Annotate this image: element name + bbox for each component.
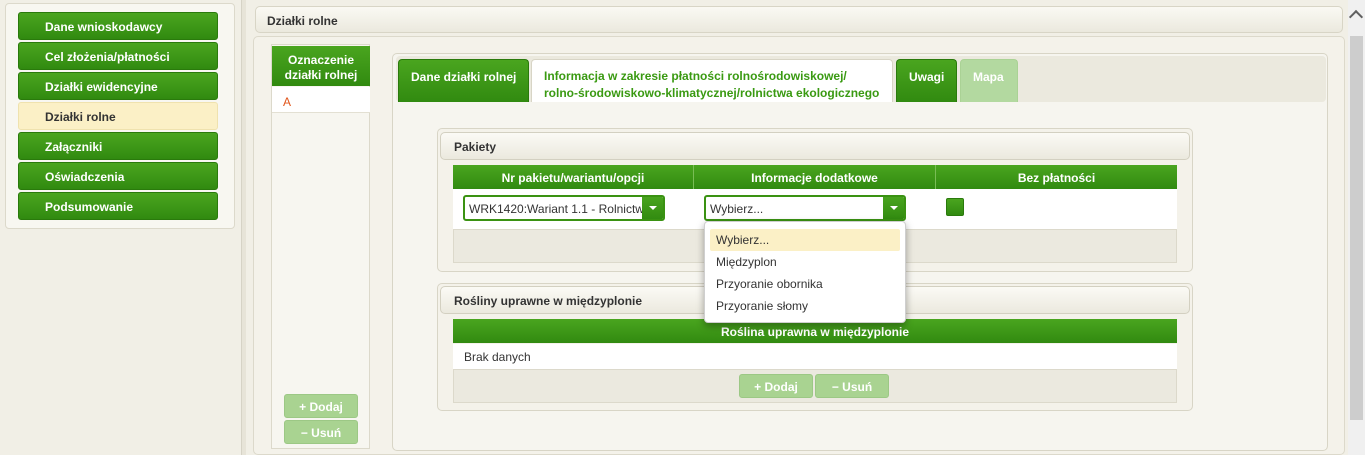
tab-informacja-line1: Informacja w zakresie płatności rolnośro… — [544, 69, 847, 83]
tab-uwagi[interactable]: Uwagi — [896, 59, 957, 102]
tab-informacja-line2: rolno-środowiskowo-klimatycznej/rolnictw… — [544, 86, 880, 100]
column-header-additional-info: Informacje dodatkowe — [694, 165, 936, 189]
nav-dzialki-ewidencyjne[interactable]: Działki ewidencyjne — [18, 72, 218, 100]
tab-mapa[interactable]: Mapa — [960, 59, 1018, 102]
page-title: Działki rolne — [255, 6, 1343, 33]
tab-dane-dzialki[interactable]: Dane działki rolnej — [398, 59, 529, 102]
remove-catch-crop-button[interactable]: − Usuń — [815, 374, 889, 398]
add-catch-crop-button[interactable]: + Dodaj — [739, 374, 813, 398]
dropdown-option-wybierz[interactable]: Wybierz... — [710, 229, 900, 251]
column-header-no-payment: Bez płatności — [936, 165, 1177, 189]
packages-title: Pakiety — [440, 132, 1190, 160]
nav-podsumowanie[interactable]: Podsumowanie — [18, 192, 218, 220]
column-header-package: Nr pakietu/wariantu/opcji — [453, 165, 694, 189]
nav-dane-wnioskodawcy[interactable]: Dane wnioskodawcy — [18, 12, 218, 40]
nav-cel-zlozenia[interactable]: Cel złożenia/płatności — [18, 42, 218, 70]
plot-list-header-line2: działki rolnej — [284, 68, 358, 82]
chevron-down-icon[interactable] — [883, 197, 904, 219]
dropdown-option-miedzyplon[interactable]: Międzyplon — [710, 251, 900, 273]
catch-crops-empty-row: Brak danych — [453, 344, 1177, 369]
plot-list-header: Oznaczenie działki rolnej — [272, 46, 370, 86]
plot-list-header-line1: Oznaczenie — [287, 53, 355, 67]
add-plot-button[interactable]: + Dodaj — [284, 394, 358, 418]
additional-info-dropdown: Wybierz... Międzyplon Przyoranie obornik… — [704, 221, 906, 323]
nav-zalaczniki[interactable]: Załączniki — [18, 132, 218, 160]
dropdown-option-przyoranie-slomy[interactable]: Przyoranie słomy — [710, 295, 900, 317]
scroll-up-arrow-icon[interactable] — [1348, 8, 1365, 25]
scrollbar-thumb[interactable] — [1350, 36, 1363, 420]
nav-dzialki-rolne[interactable]: Działki rolne — [18, 102, 218, 130]
dropdown-option-przyoranie-obornika[interactable]: Przyoranie obornika — [710, 273, 900, 295]
panel-divider[interactable] — [241, 0, 246, 455]
plot-list-row[interactable]: A — [272, 87, 370, 113]
chevron-down-icon[interactable] — [642, 197, 663, 219]
no-payment-checkbox[interactable] — [946, 198, 964, 216]
package-select-value: WRK1420:Wariant 1.1 - Rolnictwo — [469, 202, 651, 216]
remove-plot-button[interactable]: − Usuń — [284, 420, 358, 444]
additional-info-select-value: Wybierz... — [710, 202, 764, 216]
nav-oswiadczenia[interactable]: Oświadczenia — [18, 162, 218, 190]
additional-info-select[interactable]: Wybierz... — [704, 195, 906, 221]
package-select[interactable]: WRK1420:Wariant 1.1 - Rolnictwo — [463, 195, 665, 221]
left-navigation: Dane wnioskodawcy Cel złożenia/płatności… — [5, 3, 235, 229]
tab-informacja-platnosci[interactable]: Informacja w zakresie płatności rolnośro… — [531, 59, 893, 102]
